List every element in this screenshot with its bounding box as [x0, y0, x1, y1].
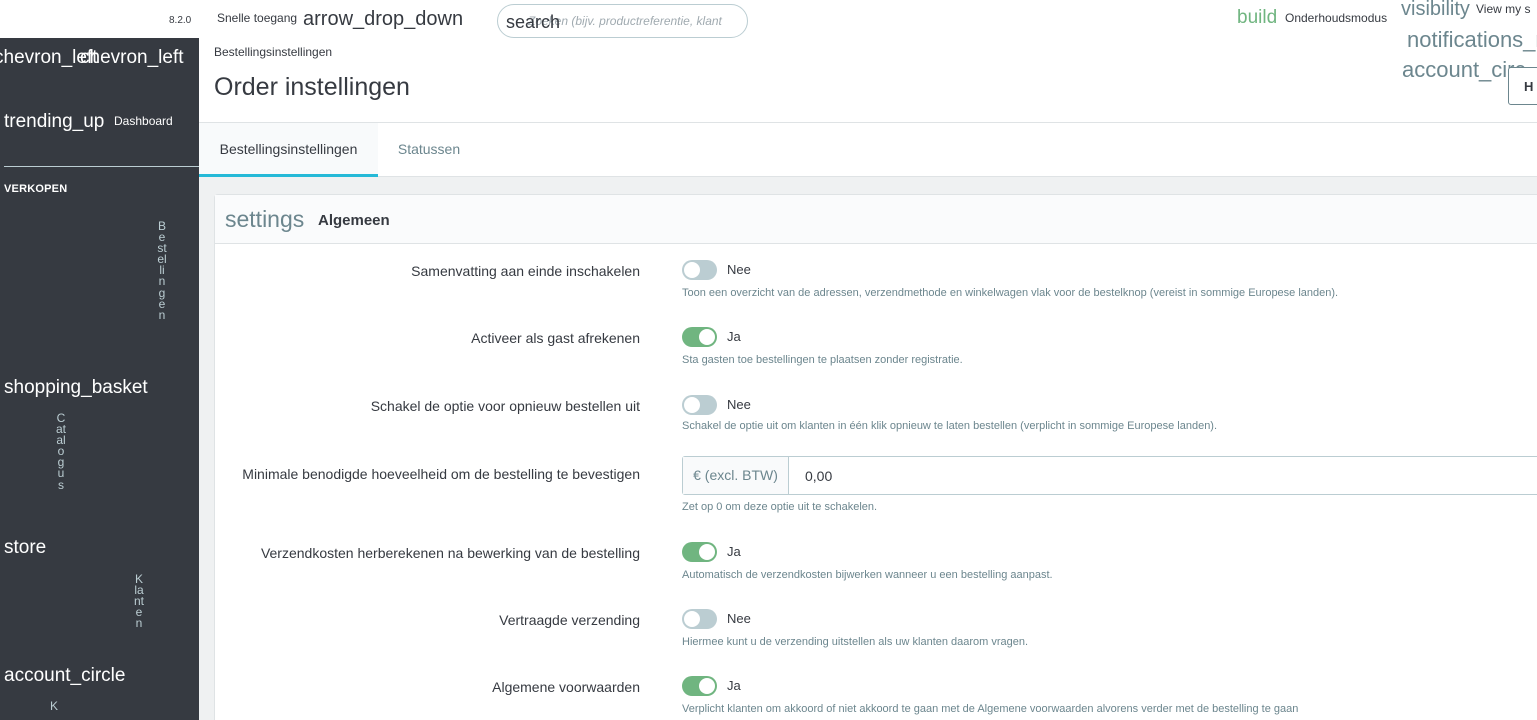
setting-label: Algemene voorwaarden — [492, 679, 640, 695]
minimum-amount-input[interactable] — [790, 457, 1530, 494]
toggle-knob — [699, 544, 715, 560]
tab-order-settings[interactable]: Bestellingsinstellingen — [199, 123, 378, 177]
chevron-left-icon[interactable]: chevron_left — [80, 47, 184, 69]
toggle-knob — [684, 262, 700, 278]
toggle-knob — [684, 397, 700, 413]
minimum-amount-group: € (excl. BTW) — [682, 456, 1537, 495]
maintenance-mode-link[interactable]: Onderhoudsmodus — [1285, 11, 1387, 25]
build-icon[interactable]: build — [1237, 7, 1277, 29]
sidebar-item-next[interactable]: K — [49, 700, 59, 712]
toggle-knob — [699, 329, 715, 345]
toggle-switch[interactable] — [682, 260, 717, 280]
account-circle-icon[interactable]: account_circ — [1402, 57, 1526, 83]
shopping-basket-icon[interactable]: shopping_basket — [4, 377, 148, 399]
toggle-state: Ja — [727, 329, 741, 344]
help-text: Sta gasten toe bestellingen te plaatsen … — [682, 354, 963, 366]
sidebar-item-dashboard[interactable]: Dashboard — [114, 114, 173, 128]
view-shop-link[interactable]: View my s — [1476, 2, 1530, 16]
toggle-switch[interactable] — [682, 609, 717, 629]
help-text: Schakel de optie uit om klanten in één k… — [682, 420, 1218, 432]
help-text: Verplicht klanten om akkoord of niet akk… — [682, 703, 1299, 715]
store-icon[interactable]: store — [4, 537, 46, 559]
setting-label: Verzendkosten herberekenen na bewerking … — [260, 545, 640, 561]
toggle-state: Nee — [727, 397, 751, 412]
tab-statuses[interactable]: Statussen — [378, 123, 480, 177]
breadcrumb[interactable]: Bestellingsinstellingen — [214, 45, 332, 59]
top-header: Snelle toegang arrow_drop_down search bu… — [199, 0, 1537, 38]
toggle-switch[interactable] — [682, 542, 717, 562]
help-text: Automatisch de verzendkosten bijwerken w… — [682, 569, 1053, 581]
sidebar-section-label: VERKOPEN — [4, 183, 68, 195]
toggle-switch[interactable] — [682, 395, 717, 415]
quick-access-button[interactable]: Snelle toegang — [217, 11, 297, 25]
setting-label: Activeer als gast afrekenen — [471, 330, 640, 346]
toggle-state: Nee — [727, 611, 751, 626]
page-title: Order instellingen — [214, 73, 410, 101]
sidebar-logo-area: 8.2.0 — [0, 0, 199, 38]
page-head: Bestellingsinstellingen Order instelling… — [199, 27, 1537, 123]
help-text: Hiermee kunt u de verzending uitstellen … — [682, 636, 1029, 648]
card-header: settings Algemeen — [215, 195, 1537, 244]
sidebar-item-catalog[interactable]: Catalogus — [56, 412, 66, 491]
sidebar: 8.2.0 chevron_left chevron_left trending… — [0, 0, 199, 720]
visibility-icon[interactable]: visibility — [1401, 0, 1470, 21]
toggle-switch[interactable] — [682, 327, 717, 347]
card-title: Algemeen — [318, 212, 390, 229]
toggle-state: Ja — [727, 678, 741, 693]
help-button[interactable]: H — [1508, 67, 1537, 105]
setting-label: Samenvatting aan einde inschakelen — [411, 263, 640, 279]
toggle-knob — [684, 611, 700, 627]
sidebar-item-customers[interactable]: Klanten — [134, 573, 144, 629]
setting-label: Schakel de optie voor opnieuw bestellen … — [370, 398, 640, 414]
setting-label: Minimale benodigde hoeveelheid om de bes… — [242, 466, 640, 482]
search-input[interactable] — [528, 5, 744, 37]
arrow-drop-down-icon[interactable]: arrow_drop_down — [303, 8, 463, 31]
notifications-icon[interactable]: notifications_n — [1407, 27, 1537, 53]
setting-label: Vertraagde verzending — [499, 612, 640, 628]
general-settings-card: settings Algemeen Samenvatting aan einde… — [214, 194, 1537, 720]
trending-up-icon[interactable]: trending_up — [4, 111, 104, 133]
version-label: 8.2.0 — [169, 15, 192, 26]
sidebar-divider — [4, 166, 199, 167]
toggle-state: Ja — [727, 544, 741, 559]
search-icon[interactable]: search — [506, 12, 560, 33]
toggle-knob — [699, 678, 715, 694]
sidebar-item-orders[interactable]: Bestellingen — [157, 220, 167, 321]
toggle-state: Nee — [727, 262, 751, 277]
search-form: search — [497, 4, 748, 38]
help-text: Toon een overzicht van de adressen, verz… — [682, 287, 1339, 299]
account-circle-icon[interactable]: account_circle — [4, 665, 125, 687]
toggle-switch[interactable] — [682, 676, 717, 696]
currency-prefix: € (excl. BTW) — [683, 457, 789, 494]
settings-icon: settings — [225, 206, 305, 232]
help-text: Zet op 0 om deze optie uit te schakelen. — [682, 501, 878, 513]
tab-bar: Bestellingsinstellingen Statussen — [199, 123, 1537, 177]
